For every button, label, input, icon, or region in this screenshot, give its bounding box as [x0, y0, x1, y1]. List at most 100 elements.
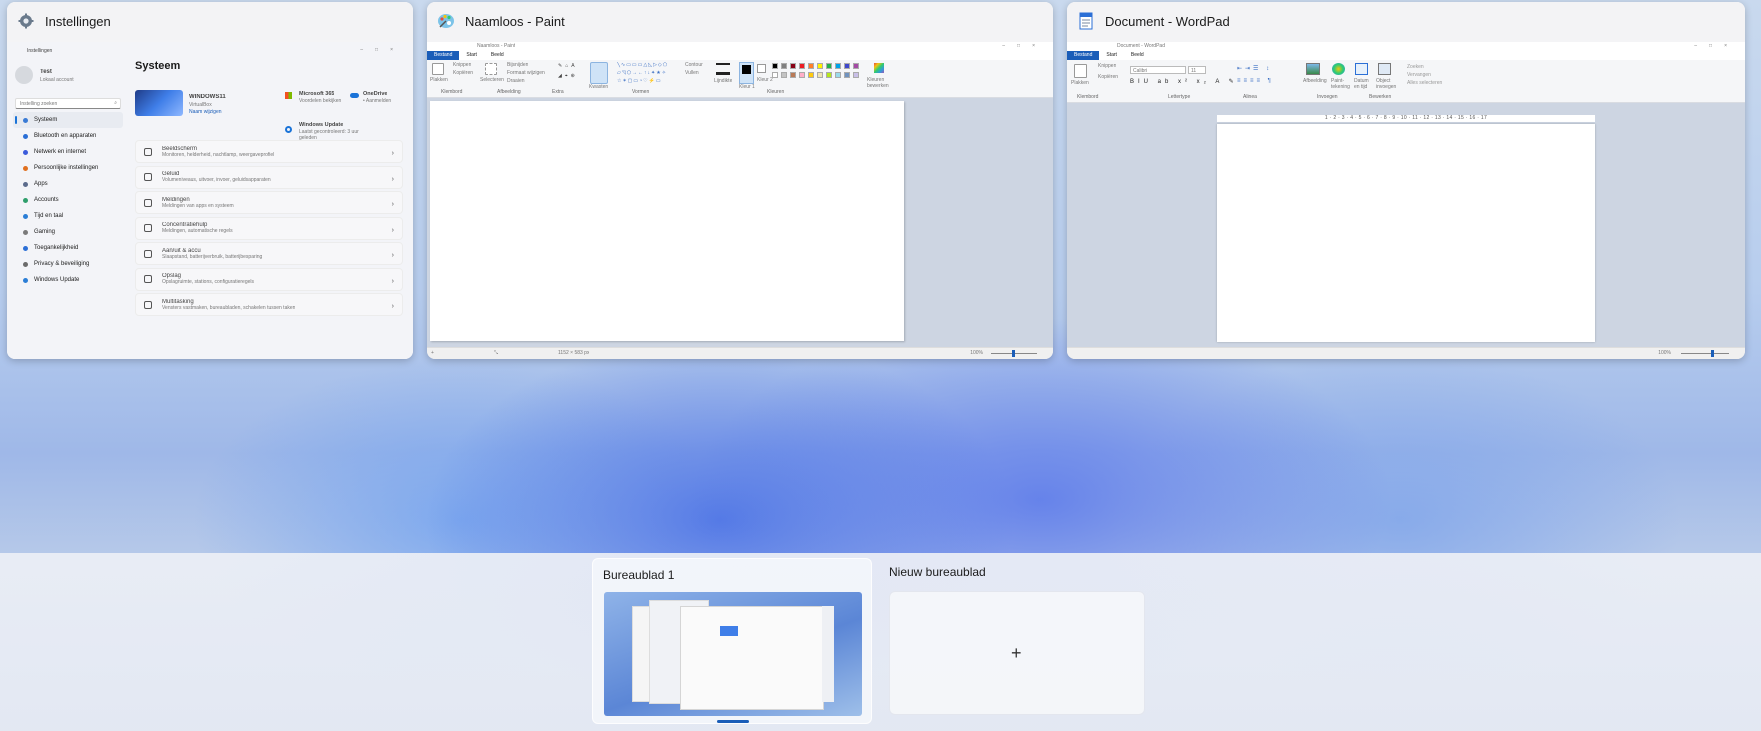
wordpad-window[interactable]: Document - WordPad Document - WordPad –□… [1067, 2, 1745, 359]
palette-swatch[interactable] [826, 63, 832, 69]
ruler: 1 · 2 · 3 · 4 · 5 · 6 · 7 · 8 · 9 · 10 ·… [1217, 115, 1595, 122]
palette-swatch[interactable] [835, 63, 841, 69]
edit-colors-icon[interactable] [874, 63, 884, 73]
font-select[interactable]: Calibri [1130, 66, 1186, 74]
palette-swatch[interactable] [781, 63, 787, 69]
sidebar-item[interactable]: Privacy & beveiliging [13, 256, 123, 272]
settings-row[interactable]: Aan/uit & accu Slaapstand, batterijverbru… [135, 242, 403, 265]
sidebar-item[interactable]: Apps [13, 176, 123, 192]
zoom-slider[interactable] [1681, 350, 1729, 357]
size-icon[interactable] [716, 63, 730, 75]
sidebar-item[interactable]: Accounts [13, 192, 123, 208]
palette-swatch[interactable] [844, 63, 850, 69]
outline-label[interactable]: Contour [685, 62, 703, 68]
palette-swatch[interactable] [826, 72, 832, 78]
sidebar-item[interactable]: Bluetooth en apparaten [13, 128, 123, 144]
paste-icon[interactable] [1074, 64, 1087, 78]
shapes-gallery[interactable]: ╲∿▭▭▭△◺▷◇⬠ [617, 62, 668, 68]
ribbon-group-label: Klembord [441, 89, 463, 95]
palette-swatch[interactable] [772, 72, 778, 78]
zoom-slider[interactable] [991, 350, 1037, 357]
palette-swatch[interactable] [853, 72, 859, 78]
settings-window[interactable]: Instellingen Instellingen –□× Test Lokaa… [7, 2, 413, 359]
paragraph-buttons[interactable]: ⇤⇥☰ ↕ [1237, 65, 1272, 72]
paint-window-titlebar[interactable]: Naamloos - Paint [427, 2, 1053, 40]
sidebar-item-icon [23, 133, 28, 139]
paste-icon[interactable] [432, 63, 444, 75]
palette-swatch[interactable] [808, 72, 814, 78]
insert-object-icon[interactable] [1378, 63, 1391, 75]
settings-row[interactable]: Opslag Opslagruimte, stations, configurat… [135, 267, 403, 291]
window-title: Document - WordPad [1105, 13, 1230, 29]
ribbon-tab[interactable]: Beeld [484, 51, 511, 60]
align-buttons[interactable]: ≡≡≡≡ ¶ [1237, 78, 1274, 84]
palette-swatch[interactable] [817, 63, 823, 69]
cut-label[interactable]: Knippen [1098, 63, 1116, 69]
shapes-gallery-2[interactable]: ▱◹⬡→←↑↓✦★✧ [617, 70, 667, 76]
palette-swatch[interactable] [844, 72, 850, 78]
paint-drawing-icon[interactable] [1332, 63, 1345, 75]
font-size-select[interactable]: 11 [1188, 66, 1206, 74]
select-icon[interactable] [485, 63, 497, 75]
sidebar-item[interactable]: Toegankelijkheid [13, 240, 123, 256]
replace-label[interactable]: Vervangen [1407, 72, 1431, 78]
settings-thumbnail: Instellingen –□× Test Lokaal account Ins… [7, 42, 413, 359]
palette-swatch[interactable] [799, 72, 805, 78]
sidebar-item[interactable]: Windows Update [13, 272, 123, 288]
sidebar-item[interactable]: Netwerk en internet [13, 144, 123, 160]
sidebar-item[interactable]: Persoonlijke instellingen [13, 160, 123, 176]
palette-swatch[interactable] [790, 63, 796, 69]
brushes-button[interactable] [590, 62, 608, 84]
rename-link[interactable]: Naam wijzigen [189, 109, 222, 115]
tools-icons[interactable]: ✎⌂A [558, 63, 578, 69]
device-model: VirtualBox [189, 102, 212, 108]
new-desktop-label: Nieuw bureaublad [889, 565, 986, 579]
settings-row[interactable]: Beeldscherm Monitoren, helderheid, nachtl… [135, 140, 403, 163]
crop-label: Bijsnijden [507, 62, 529, 68]
wordpad-window-titlebar[interactable]: Document - WordPad [1067, 2, 1745, 40]
sidebar-item[interactable]: Gaming [13, 224, 123, 240]
palette-swatch[interactable] [835, 72, 841, 78]
format-buttons[interactable]: BIU ab x² x₂ A ✎ [1130, 78, 1238, 85]
palette-swatch[interactable] [799, 63, 805, 69]
paint-window[interactable]: Naamloos - Paint Naamloos - Paint –□× Be… [427, 2, 1053, 359]
find-label[interactable]: Zoeken [1407, 64, 1424, 70]
ribbon-tab[interactable]: Bestand [427, 51, 460, 60]
ribbon-tab[interactable]: Start [459, 51, 484, 60]
fill-label[interactable]: Vullen [685, 70, 699, 76]
new-desktop-button[interactable]: + [889, 591, 1145, 715]
palette-swatch[interactable] [781, 72, 787, 78]
paint-canvas[interactable] [430, 101, 904, 341]
chevron-right-icon: › [391, 201, 394, 208]
sidebar-item[interactable]: Systeem [13, 112, 123, 128]
date-time-icon[interactable] [1355, 63, 1368, 75]
palette-swatch[interactable] [808, 63, 814, 69]
palette-swatch[interactable] [790, 72, 796, 78]
settings-row[interactable]: Geluid Volumeniveaus, uitvoer, invoer, ge… [135, 165, 403, 189]
ribbon-tab[interactable]: Beeld [1124, 51, 1151, 60]
ribbon-tab[interactable]: Bestand [1067, 51, 1100, 60]
palette-swatch[interactable] [817, 72, 823, 78]
settings-window-titlebar[interactable]: Instellingen [7, 2, 413, 40]
settings-row[interactable]: Concentratiehulp Meldingen, automatische … [135, 216, 403, 240]
sidebar-item-icon [23, 117, 28, 123]
settings-row[interactable]: Multitasking Vensters vastmaken, bureaubl… [135, 293, 403, 316]
document-page[interactable] [1217, 124, 1595, 342]
desktop-1-card[interactable]: Bureaublad 1 [592, 558, 872, 724]
shapes-gallery-3[interactable]: ☆✶▢▭◔♡⚡▭ [617, 78, 662, 84]
color2-button[interactable] [757, 64, 766, 73]
tools-icons-2[interactable]: ◢⌖⊕ [558, 73, 578, 79]
copy-label[interactable]: Kopiëren [1098, 74, 1118, 80]
sidebar-item[interactable]: Tijd en taal [13, 208, 123, 224]
ribbon-tab[interactable]: Start [1099, 51, 1124, 60]
color1-button[interactable] [739, 62, 754, 84]
search-input[interactable]: Instelling zoeken ⌕ [15, 98, 121, 109]
picture-icon[interactable] [1306, 63, 1320, 75]
palette-swatch[interactable] [772, 63, 778, 69]
palette-swatch[interactable] [853, 63, 859, 69]
select-all-label[interactable]: Alles selecteren [1407, 80, 1442, 86]
paste-label: Plakken [1071, 80, 1089, 86]
wordpad-ribbon: Plakken Knippen Kopiëren Calibri 11 BIU … [1067, 60, 1745, 103]
row-subtitle: Slaapstand, batterijverbruik, batterijbe… [162, 253, 263, 260]
settings-row[interactable]: Meldingen Meldingen van apps en systeem › [135, 191, 403, 214]
